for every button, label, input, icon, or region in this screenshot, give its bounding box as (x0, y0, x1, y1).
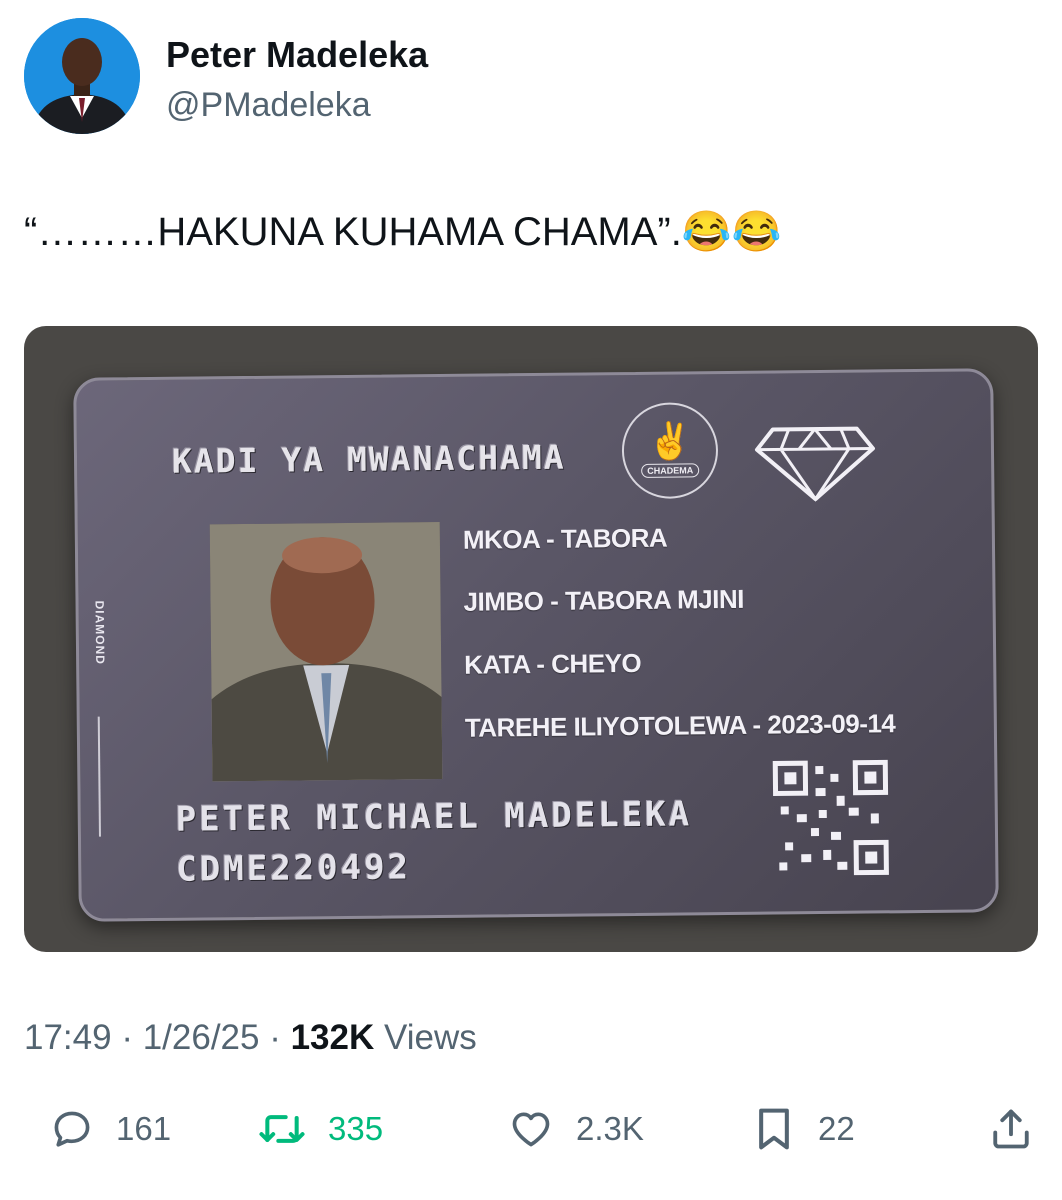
author-display-name[interactable]: Peter Madeleka (166, 34, 428, 76)
card-title: KADI YA MWANACHAMA (171, 437, 566, 481)
diamond-side-label: DIAMOND (92, 600, 108, 665)
card-field-issue-date: TAREHE ILIYOTOLEWA - 2023-09-14 (464, 708, 896, 743)
tweet-text: “………HAKUNA KUHAMA CHAMA”.😂😂 (24, 210, 782, 254)
author-handle[interactable]: @PMadeleka (166, 86, 371, 125)
tweet-actions-bar: 161 335 2.3K 22 (0, 1094, 1062, 1164)
like-count: 2.3K (576, 1110, 644, 1147)
side-divider (97, 716, 101, 837)
bookmark-icon (759, 1108, 789, 1150)
meta-separator: · (259, 1018, 291, 1057)
share-icon (993, 1109, 1029, 1149)
member-photo (209, 522, 443, 782)
party-logo-icon: ✌ CHADEMA (621, 402, 719, 500)
meta-separator: · (111, 1018, 143, 1057)
card-field-ward: KATA - CHEYO (464, 647, 642, 680)
card-member-name: PETER MICHAEL MADELEKA (175, 794, 693, 840)
qr-code-icon (772, 759, 889, 876)
tweet-media-image[interactable]: KADI YA MWANACHAMA ✌ CHADEMA DIAMOND MKO… (24, 326, 1038, 952)
repost-count: 335 (328, 1110, 384, 1147)
reply-count: 161 (116, 1110, 172, 1147)
tweet-date[interactable]: 1/26/25 (143, 1018, 260, 1057)
tweet-time[interactable]: 17:49 (24, 1018, 112, 1057)
avatar[interactable] (24, 18, 140, 134)
heart-icon (512, 1112, 550, 1147)
bookmark-button[interactable]: 22 (752, 1102, 855, 1156)
card-field-constituency: JIMBO - TABORA MJINI (463, 583, 745, 617)
tweet-meta: 17:49 · 1/26/25 · 132K Views (24, 1018, 477, 1058)
bookmark-count: 22 (818, 1110, 855, 1147)
views-label: Views (384, 1018, 477, 1057)
card-field-region: MKOA - TABORA (462, 522, 668, 555)
card-member-number: CDME220492 (176, 847, 412, 890)
share-button[interactable] (990, 1102, 1032, 1156)
like-button[interactable]: 2.3K (508, 1102, 644, 1156)
diamond-icon (754, 426, 875, 502)
party-logo-text: CHADEMA (641, 463, 700, 478)
reply-button[interactable]: 161 (50, 1102, 171, 1156)
repost-button[interactable]: 335 (258, 1102, 383, 1156)
repost-icon (259, 1115, 305, 1143)
reply-icon (54, 1111, 90, 1147)
views-count: 132K (290, 1018, 375, 1057)
membership-card: KADI YA MWANACHAMA ✌ CHADEMA DIAMOND MKO… (73, 368, 999, 922)
